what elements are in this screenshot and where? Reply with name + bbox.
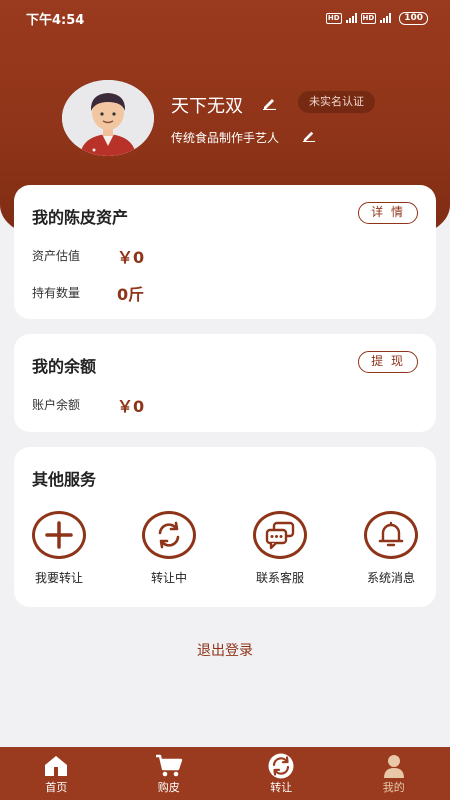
account-balance-label: 账户余额 [32,398,81,412]
account-balance: ￥0 [117,397,145,416]
status-time: 下午4:54 [26,12,85,28]
home-icon [43,753,69,779]
assets-detail-button[interactable]: 详 情 [358,202,418,224]
status-bar: 下午4:54 HD HD 100 [0,0,450,36]
bell-icon [364,511,418,559]
hd-icon: HD [325,12,342,24]
hd-icon: HD [360,12,377,24]
avatar[interactable] [62,80,154,156]
signal-icon [380,13,392,23]
assets-title: 我的陈皮资产 [32,208,129,227]
tab-home[interactable]: 首页 [0,747,113,800]
edit-bio-icon[interactable] [302,128,316,142]
tab-transfer[interactable]: 转让 [225,747,338,800]
assets-card: 我的陈皮资产 详 情 资产估值 ￥0 持有数量 0斤 [14,185,436,319]
service-system-messages[interactable]: 系统消息 [351,511,431,586]
avatar-illustration [62,80,154,156]
asset-value-label: 资产估值 [32,249,81,263]
services-card: 其他服务 我要转让 转让中 联系客服 系统消息 [14,447,436,607]
tab-label: 购皮 [157,780,180,794]
auth-status-badge[interactable]: 未实名认证 [298,91,375,113]
tab-label: 我的 [382,780,405,794]
service-customer-support[interactable]: 联系客服 [240,511,320,586]
user-bio: 传统食品制作手艺人 [171,131,280,145]
edit-name-icon[interactable] [262,95,277,110]
cart-icon [155,753,183,779]
tab-label: 首页 [45,780,68,794]
transfer-icon [267,753,295,779]
service-transfer[interactable]: 我要转让 [19,511,99,586]
signal-icon [345,13,357,23]
holding-quantity-label: 持有数量 [32,286,81,300]
asset-value: ￥0 [117,248,145,267]
balance-card: 我的余额 提 现 账户余额 ￥0 [14,334,436,432]
logout-button[interactable]: 退出登录 [0,640,450,660]
battery-icon: 100 [399,11,428,25]
service-transferring[interactable]: 转让中 [129,511,209,586]
service-label: 转让中 [150,571,187,585]
username: 天下无双 [171,96,243,117]
chat-icon [253,511,307,559]
user-icon [382,753,406,779]
service-label: 联系客服 [255,571,304,585]
plus-icon [32,511,86,559]
bottom-tab-bar: 首页 购皮 转让 我的 [0,747,450,800]
status-icons: HD HD 100 [325,11,428,25]
service-label: 我要转让 [34,571,83,585]
refresh-icon [142,511,196,559]
holding-quantity: 0斤 [117,285,145,304]
balance-title: 我的余额 [32,357,97,376]
service-label: 系统消息 [366,571,415,585]
tab-mine[interactable]: 我的 [338,747,450,800]
withdraw-button[interactable]: 提 现 [358,351,418,373]
services-title: 其他服务 [32,470,97,489]
tab-buy[interactable]: 购皮 [113,747,226,800]
tab-label: 转让 [270,780,293,794]
